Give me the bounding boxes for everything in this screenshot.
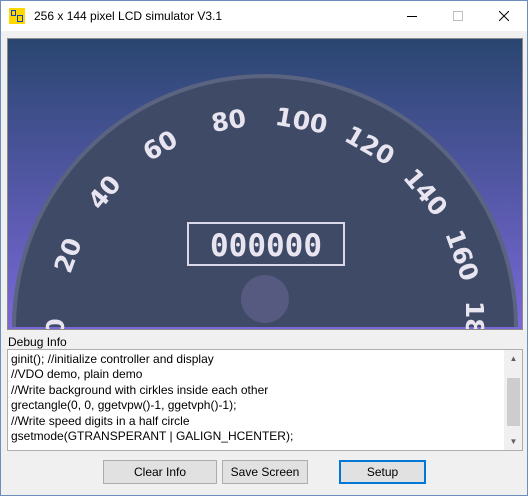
gauge-label: 0 [41,318,70,329]
setup-button[interactable]: Setup [339,460,426,484]
maximize-button[interactable] [435,1,481,31]
maximize-icon [453,11,463,21]
debug-lines: ginit(); //initialize controller and dis… [11,352,501,444]
close-icon [499,11,509,21]
debug-line: //Write background with cirkles inside e… [11,382,269,397]
debug-line: gsetmode(GTRANSPERANT | GALIGN_HCENTER); [11,428,294,443]
debug-line: //VDO demo, plain demo [11,367,143,382]
lcd-screen: 020406080 100 120140160180 000000 [8,39,522,329]
minimize-button[interactable] [389,1,435,31]
arrow-up-icon: ▲ [509,354,518,363]
minimize-icon [407,16,417,17]
arrow-down-icon: ▼ [509,437,518,446]
scroll-up-button[interactable]: ▲ [505,350,522,367]
scroll-down-button[interactable]: ▼ [505,433,522,450]
lcd-app-icon [9,8,25,24]
debug-line: ginit(); //initialize controller and dis… [11,352,214,366]
close-button[interactable] [481,1,527,31]
debug-scrollbar[interactable]: ▲ ▼ [504,350,522,450]
clear-info-button[interactable]: Clear Info [103,460,217,484]
debug-info-label: Debug Info [8,335,67,349]
gauge-label: 180 [460,301,489,329]
save-screen-button[interactable]: Save Screen [222,460,308,484]
gauge-label: 80 [209,103,248,138]
lcd-display: 0 20 40 60 80 100 120 140 160 180 000000 [7,38,523,330]
odometer-counter: 000000 [210,228,322,264]
debug-line: grectangle(0, 0, ggetvpw()-1, ggetvph()-… [11,398,237,413]
gauge-hub [241,275,289,323]
window-title: 256 x 144 pixel LCD simulator V3.1 [34,9,223,23]
app-window: 256 x 144 pixel LCD simulator V3.1 0 20 40… [0,0,528,496]
debug-line: //Write speed digits in a half circle [11,413,190,428]
debug-info-textbox[interactable]: ginit(); //initialize controller and dis… [7,349,523,451]
scroll-thumb[interactable] [507,378,520,426]
title-bar: 256 x 144 pixel LCD simulator V3.1 [1,1,527,31]
